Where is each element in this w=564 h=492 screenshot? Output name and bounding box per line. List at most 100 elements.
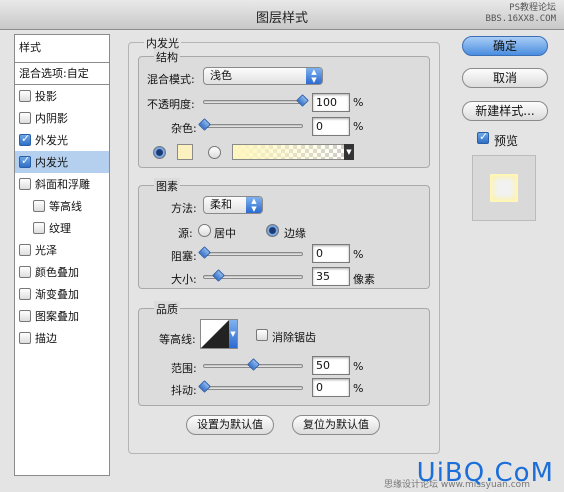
method-select[interactable]: 柔和 ▲ ▼ <box>203 196 263 214</box>
antialias-label: 消除锯齿 <box>272 331 316 344</box>
contour-picker[interactable]: ▼ <box>200 319 238 349</box>
chevron-updown-icon: ▲ ▼ <box>306 68 322 84</box>
elements-title: 图素 <box>154 178 180 194</box>
watermark-line: BBS.16XX8.COM <box>485 14 556 24</box>
style-list: 样式 混合选项:自定 投影内阴影外发光内发光斜面和浮雕等高线纹理光泽颜色叠加渐变… <box>14 34 110 476</box>
style-item[interactable]: 颜色叠加 <box>15 261 109 283</box>
style-item[interactable]: 渐变叠加 <box>15 283 109 305</box>
style-item[interactable]: 斜面和浮雕 <box>15 173 109 195</box>
watermark: PS教程论坛 BBS.16XX8.COM <box>486 3 556 25</box>
style-item[interactable]: 描边 <box>15 327 109 349</box>
contour-label: 等高线: <box>159 333 196 346</box>
style-item[interactable]: 外发光 <box>15 129 109 151</box>
style-item-label: 等高线 <box>49 200 82 213</box>
method-value: 柔和 <box>210 198 232 211</box>
method-label: 方法: <box>171 202 197 215</box>
reset-default-button[interactable]: 复位为默认值 <box>292 415 380 435</box>
style-item-label: 图案叠加 <box>35 310 79 323</box>
title-bar: 图层样式 PS教程论坛 BBS.16XX8.COM <box>0 0 564 30</box>
contour-curve-icon <box>201 320 229 348</box>
size-unit: 像素 <box>353 273 375 286</box>
style-item-checkbox[interactable] <box>33 222 45 234</box>
style-item-label: 光泽 <box>35 244 57 257</box>
chevron-updown-icon: ▲ ▼ <box>246 197 262 213</box>
window-title: 图层样式 <box>255 11 308 26</box>
source-edge-radio[interactable] <box>266 224 279 237</box>
chevron-down-icon: ▼ <box>344 144 354 160</box>
style-item-checkbox[interactable] <box>19 332 31 344</box>
opacity-unit: % <box>353 96 364 109</box>
choke-slider[interactable] <box>198 246 303 259</box>
chevron-down-icon: ▼ <box>229 320 237 348</box>
range-slider[interactable] <box>203 358 303 371</box>
style-item[interactable]: 等高线 <box>15 195 109 217</box>
style-item-label: 内发光 <box>35 156 68 169</box>
range-unit: % <box>353 360 364 373</box>
style-item-label: 渐变叠加 <box>35 288 79 301</box>
noise-label: 杂色: <box>171 122 197 135</box>
quality-title: 品质 <box>154 301 180 317</box>
source-center-label: 居中 <box>214 227 236 240</box>
style-item[interactable]: 纹理 <box>15 217 109 239</box>
blend-mode-select[interactable]: 浅色 ▲ ▼ <box>203 67 323 85</box>
style-item-checkbox[interactable] <box>19 90 31 102</box>
opacity-slider[interactable] <box>203 94 309 107</box>
blend-mode-value: 浅色 <box>210 69 232 82</box>
range-field[interactable]: 50 <box>312 356 350 375</box>
style-item-label: 内阴影 <box>35 112 68 125</box>
site-logo: UiBQ.CoM <box>416 458 554 488</box>
style-item[interactable]: 内阴影 <box>15 107 109 129</box>
blend-options-item[interactable]: 混合选项:自定 <box>15 63 109 85</box>
style-item[interactable]: 投影 <box>15 85 109 107</box>
watermark-line: PS教程论坛 <box>509 3 556 13</box>
color-radio[interactable] <box>153 146 166 159</box>
opacity-label: 不透明度: <box>147 98 195 111</box>
style-item-checkbox[interactable] <box>19 132 31 146</box>
jitter-slider[interactable] <box>198 380 303 393</box>
style-item-checkbox[interactable] <box>19 288 31 300</box>
style-item-checkbox[interactable] <box>19 154 31 168</box>
gradient-radio[interactable] <box>208 146 221 159</box>
gradient-picker[interactable]: ▼ <box>232 144 354 160</box>
style-item-checkbox[interactable] <box>19 266 31 278</box>
style-item-label: 描边 <box>35 332 57 345</box>
noise-unit: % <box>353 120 364 133</box>
noise-field[interactable]: 0 <box>312 117 350 136</box>
style-item[interactable]: 内发光 <box>15 151 109 173</box>
cancel-button[interactable]: 取消 <box>462 68 548 88</box>
style-item-checkbox[interactable] <box>33 200 45 212</box>
style-item-label: 外发光 <box>35 134 68 147</box>
style-item-checkbox[interactable] <box>19 112 31 124</box>
structure-title: 结构 <box>154 49 180 65</box>
preview-label: 预览 <box>494 134 519 148</box>
glow-color-swatch[interactable] <box>177 144 193 160</box>
blend-mode-label: 混合模式: <box>147 73 195 86</box>
size-slider[interactable] <box>203 269 303 282</box>
style-preview-thumbnail <box>472 155 536 221</box>
style-item-checkbox[interactable] <box>19 178 31 190</box>
antialias-checkbox[interactable] <box>256 329 268 341</box>
source-label: 源: <box>178 227 193 240</box>
opacity-field[interactable]: 100 <box>312 93 350 112</box>
size-label: 大小: <box>171 273 197 286</box>
choke-field[interactable]: 0 <box>312 244 350 263</box>
style-item[interactable]: 图案叠加 <box>15 305 109 327</box>
jitter-unit: % <box>353 382 364 395</box>
jitter-field[interactable]: 0 <box>312 378 350 397</box>
new-style-button[interactable]: 新建样式... <box>462 101 548 121</box>
style-list-header[interactable]: 样式 <box>15 35 109 63</box>
style-item-label: 颜色叠加 <box>35 266 79 279</box>
ok-button[interactable]: 确定 <box>462 36 548 56</box>
style-item[interactable]: 光泽 <box>15 239 109 261</box>
choke-unit: % <box>353 248 364 261</box>
style-item-checkbox[interactable] <box>19 244 31 256</box>
size-field[interactable]: 35 <box>312 267 350 286</box>
make-default-button[interactable]: 设置为默认值 <box>186 415 274 435</box>
noise-slider[interactable] <box>198 118 303 131</box>
preview-checkbox[interactable] <box>477 130 489 144</box>
source-center-radio[interactable] <box>198 224 211 237</box>
preview-square <box>490 174 518 202</box>
style-item-checkbox[interactable] <box>19 310 31 322</box>
source-edge-label: 边缘 <box>284 227 306 240</box>
choke-label: 阻塞: <box>171 250 197 263</box>
